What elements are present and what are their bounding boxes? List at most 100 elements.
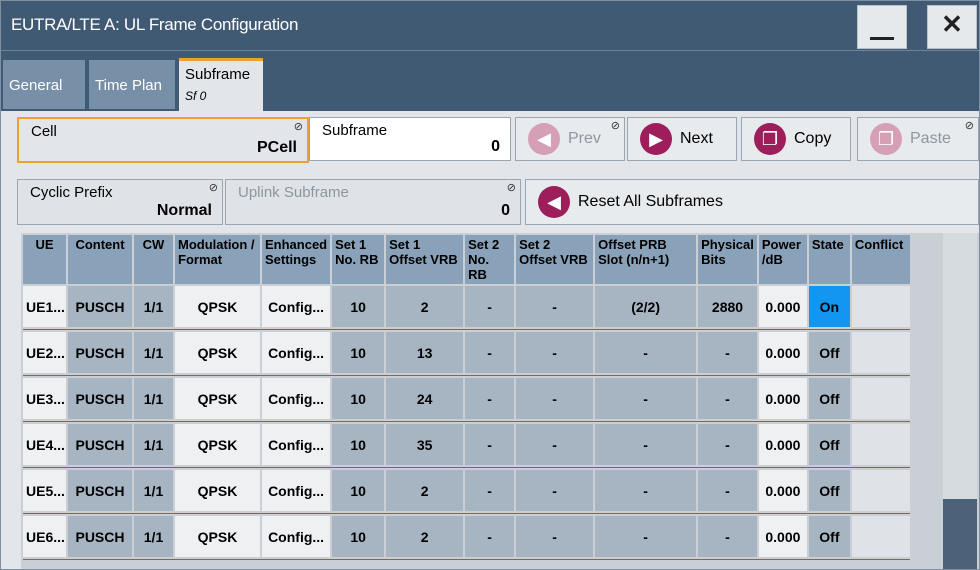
- table-cell: 13: [386, 332, 464, 373]
- table-cell: -: [465, 424, 515, 465]
- copy-button[interactable]: ❐ Copy: [741, 117, 851, 161]
- table-cell: -: [516, 332, 594, 373]
- table-cell[interactable]: QPSK: [175, 516, 260, 557]
- prev-label: Prev: [568, 130, 601, 147]
- tab-label: Subframe: [185, 66, 251, 83]
- table-cell[interactable]: 0.000: [758, 378, 807, 419]
- table-cell: -: [516, 470, 594, 511]
- table-cell[interactable]: 0.000: [758, 286, 807, 327]
- table-cell: 10: [332, 332, 385, 373]
- table-cell[interactable]: QPSK: [175, 424, 260, 465]
- column-header: Set 1 No. RB: [332, 235, 385, 284]
- pin-icon: ⊘: [964, 120, 974, 132]
- cell-field[interactable]: Cell ⊘ PCell: [17, 117, 309, 163]
- table-row[interactable]: UE3... PUSCH 1/1 QPSK Config... 10 24- - - -0.000…: [23, 378, 910, 419]
- table-cell[interactable]: Config...: [262, 332, 331, 373]
- tab-subframe[interactable]: Subframe Sf 0: [179, 58, 263, 111]
- table-cell: PUSCH: [68, 332, 132, 373]
- table-header: UE Content CW Modulation / Format Enhanced S…: [23, 235, 910, 284]
- paste-icon: ❐: [870, 123, 902, 155]
- arrow-right-icon: ▶: [640, 123, 672, 155]
- tab-time-plan[interactable]: Time Plan: [89, 60, 175, 109]
- tab-label: Time Plan: [95, 77, 162, 94]
- table-cell[interactable]: 0.000: [758, 424, 807, 465]
- table-row[interactable]: UE6... PUSCH 1/1 QPSK Config... 10 2- - - -0.000 O…: [23, 516, 910, 557]
- table-cell[interactable]: Off: [808, 470, 850, 511]
- table-cell[interactable]: Config...: [262, 378, 331, 419]
- tab-general[interactable]: General: [3, 60, 85, 109]
- table-cell: 2: [386, 286, 464, 327]
- table-cell[interactable]: Config...: [262, 286, 331, 327]
- table-row[interactable]: UE4... PUSCH 1/1 QPSK Config... 10 35- - - -0.000…: [23, 424, 910, 465]
- table-cell[interactable]: QPSK: [175, 378, 260, 419]
- table-cell: -: [698, 378, 757, 419]
- row-divider: [23, 559, 910, 560]
- table-row[interactable]: UE1... PUSCH 1/1 QPSK Config... 10 2- - (2/2) 288…: [23, 286, 910, 327]
- table-cell: -: [465, 378, 515, 419]
- table-cell[interactable]: UE5...: [23, 470, 66, 511]
- table-cell[interactable]: Config...: [262, 516, 331, 557]
- cyclic-prefix-field[interactable]: Cyclic Prefix ⊘ Normal: [17, 179, 223, 225]
- divider-line: [23, 467, 910, 468]
- table-cell[interactable]: UE2...: [23, 332, 66, 373]
- column-header: Content: [68, 235, 132, 284]
- next-label: Next: [680, 130, 713, 147]
- table-cell[interactable]: QPSK: [175, 470, 260, 511]
- table-scrollbar[interactable]: [939, 233, 979, 569]
- table-cell: -: [595, 332, 697, 373]
- scroll-thumb[interactable]: [943, 499, 977, 569]
- reset-label: Reset All Subframes: [578, 193, 723, 210]
- title-bar: EUTRA/LTE A: UL Frame Configuration ✕: [1, 1, 979, 50]
- table-cell: 2: [386, 516, 464, 557]
- close-icon: ✕: [941, 9, 963, 39]
- table-cell: -: [516, 286, 594, 327]
- table-cell: 2: [386, 470, 464, 511]
- table-cell[interactable]: UE4...: [23, 424, 66, 465]
- table-cell: [851, 332, 910, 373]
- table-cell: 2880: [698, 286, 757, 327]
- table-cell[interactable]: Off: [808, 378, 850, 419]
- subframe-field[interactable]: Subframe 0: [309, 117, 511, 161]
- table-cell[interactable]: Config...: [262, 424, 331, 465]
- table-cell[interactable]: 0.000: [758, 332, 807, 373]
- table-cell[interactable]: UE6...: [23, 516, 66, 557]
- table-cell[interactable]: UE1...: [23, 286, 66, 327]
- table-cell[interactable]: QPSK: [175, 286, 260, 327]
- table-cell[interactable]: QPSK: [175, 332, 260, 373]
- row-divider: [23, 467, 910, 468]
- divider-line: [23, 513, 910, 514]
- table-cell[interactable]: UE3...: [23, 378, 66, 419]
- table-row[interactable]: UE5... PUSCH 1/1 QPSK Config... 10 2- - - -0.000 O…: [23, 470, 910, 511]
- table-cell: PUSCH: [68, 286, 132, 327]
- table-cell[interactable]: Off: [808, 516, 850, 557]
- table-cell[interactable]: 0.000: [758, 470, 807, 511]
- minimize-button[interactable]: [857, 5, 907, 49]
- scroll-track[interactable]: [943, 233, 977, 499]
- table-cell[interactable]: On: [808, 286, 850, 327]
- table-cell[interactable]: Off: [808, 424, 850, 465]
- table-row[interactable]: UE2... PUSCH 1/1 QPSK Config... 10 13- - - -0.000…: [23, 332, 910, 373]
- pin-icon: ⊘: [610, 120, 620, 132]
- table-cell[interactable]: 0.000: [758, 516, 807, 557]
- table-cell: [851, 378, 910, 419]
- close-button[interactable]: ✕: [927, 5, 977, 49]
- table-cell[interactable]: Off: [808, 332, 850, 373]
- table-cell: -: [516, 516, 594, 557]
- table-cell: 10: [332, 470, 385, 511]
- pin-icon: ⊘: [506, 182, 516, 194]
- uplink-subframe-value: 0: [501, 202, 510, 219]
- table-cell: -: [595, 424, 697, 465]
- table-cell: 10: [332, 378, 385, 419]
- table-cell: [851, 424, 910, 465]
- column-header: CW: [134, 235, 173, 284]
- uplink-subframe-label: Uplink Subframe: [238, 184, 349, 201]
- table-cell: 10: [332, 286, 385, 327]
- next-button[interactable]: ▶ Next: [627, 117, 737, 161]
- reset-all-subframes-button[interactable]: ◀ Reset All Subframes: [525, 179, 979, 225]
- paste-button[interactable]: ❐ Paste ⊘: [857, 117, 979, 161]
- table-cell: -: [516, 378, 594, 419]
- row-divider: [23, 375, 910, 376]
- table-cell: 35: [386, 424, 464, 465]
- prev-button[interactable]: ◀ Prev ⊘: [515, 117, 625, 161]
- table-cell[interactable]: Config...: [262, 470, 331, 511]
